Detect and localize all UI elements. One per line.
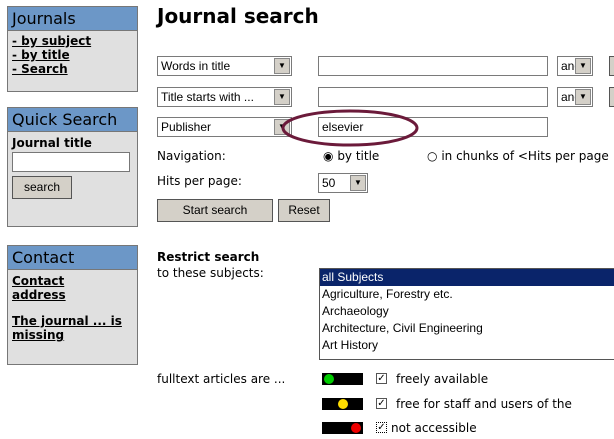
- operator-select-1[interactable]: and ▼: [557, 56, 593, 76]
- chevron-down-icon: ▼: [575, 89, 591, 105]
- start-search-button[interactable]: Start search: [157, 199, 273, 222]
- operator-select-2[interactable]: and ▼: [557, 87, 593, 107]
- journals-box: Journals - by subject - by title - Searc…: [7, 6, 138, 92]
- quick-search-box: Quick Search Journal title search: [7, 107, 138, 227]
- not-accessible-label: not accessible: [391, 421, 477, 435]
- contact-heading: Contact: [8, 246, 137, 270]
- field-select-3[interactable]: Publisher ▼: [157, 117, 292, 137]
- subject-option[interactable]: Architecture, Civil Engineering: [320, 320, 614, 337]
- nav-by-title-option[interactable]: ◉ by title: [323, 149, 379, 163]
- staff-checkbox[interactable]: ✓: [376, 398, 387, 409]
- subject-option[interactable]: Archaeology: [320, 303, 614, 320]
- subjects-listbox[interactable]: all Subjects Agriculture, Forestry etc. …: [319, 268, 614, 360]
- journal-title-label: Journal title: [12, 136, 92, 150]
- highlight-ellipse: [281, 109, 419, 147]
- chevron-down-icon: ▼: [274, 58, 290, 74]
- free-checkbox[interactable]: ✓: [376, 373, 387, 384]
- nav-by-title-label: by title: [337, 149, 380, 163]
- nav-chunks-option[interactable]: ○ in chunks of <Hits per page: [427, 149, 609, 163]
- free-label: freely available: [396, 372, 489, 386]
- subject-option[interactable]: Agriculture, Forestry etc.: [320, 286, 614, 303]
- quick-search-heading: Quick Search: [8, 108, 137, 132]
- chevron-down-icon: ▼: [274, 89, 290, 105]
- contact-box: Contact Contact address The journal ... …: [7, 245, 138, 365]
- chevron-down-icon: ▼: [575, 58, 591, 74]
- field-select-1[interactable]: Words in title ▼: [157, 56, 292, 76]
- row2-extra-control[interactable]: [609, 87, 614, 107]
- search-link[interactable]: - Search: [12, 62, 133, 76]
- green-dot-icon: [324, 374, 334, 384]
- by-title-link[interactable]: - by title: [12, 48, 133, 62]
- subject-option[interactable]: Art History: [320, 337, 614, 354]
- not-accessible-checkbox[interactable]: ✓: [376, 422, 387, 433]
- subjects-label: to these subjects:: [157, 266, 264, 280]
- restrict-search-heading: Restrict search: [157, 250, 260, 264]
- navigation-label: Navigation:: [157, 149, 226, 163]
- by-subject-link[interactable]: - by subject: [12, 34, 133, 48]
- subject-option-selected[interactable]: all Subjects: [320, 269, 614, 286]
- row1-extra-control[interactable]: [609, 56, 614, 76]
- red-dot-icon: [351, 423, 361, 433]
- yellow-dot-icon: [338, 399, 348, 409]
- hits-per-page-label: Hits per page:: [157, 174, 242, 188]
- hits-per-page-value: 50: [322, 176, 336, 190]
- fulltext-label: fulltext articles are ...: [157, 372, 286, 386]
- search-term-input-2[interactable]: [318, 87, 548, 107]
- radio-selected-icon: ◉: [323, 149, 334, 163]
- quick-search-button[interactable]: search: [12, 176, 72, 199]
- search-term-input-1[interactable]: [318, 56, 548, 76]
- chevron-down-icon: ▼: [350, 175, 366, 191]
- field-select-2-value: Title starts with ...: [161, 90, 254, 104]
- access-indicator-staff: [322, 398, 363, 410]
- hits-per-page-select[interactable]: 50 ▼: [318, 173, 368, 193]
- page-title: Journal search: [157, 4, 319, 28]
- journal-missing-link[interactable]: The journal ... is missing: [12, 314, 122, 342]
- journals-heading: Journals: [8, 7, 137, 31]
- journal-title-input[interactable]: [12, 152, 130, 172]
- nav-chunks-label: in chunks of <Hits per page: [441, 149, 609, 163]
- field-select-1-value: Words in title: [161, 59, 231, 73]
- staff-label: free for staff and users of the: [396, 397, 572, 411]
- field-select-2[interactable]: Title starts with ... ▼: [157, 87, 292, 107]
- highlight-ellipse-shape: [281, 109, 419, 147]
- contact-address-link[interactable]: Contact address: [12, 274, 92, 302]
- access-indicator-free: [322, 373, 363, 385]
- reset-button[interactable]: Reset: [278, 199, 330, 222]
- field-select-3-value: Publisher: [161, 120, 212, 134]
- radio-unselected-icon: ○: [427, 149, 438, 163]
- access-indicator-none: [322, 422, 363, 434]
